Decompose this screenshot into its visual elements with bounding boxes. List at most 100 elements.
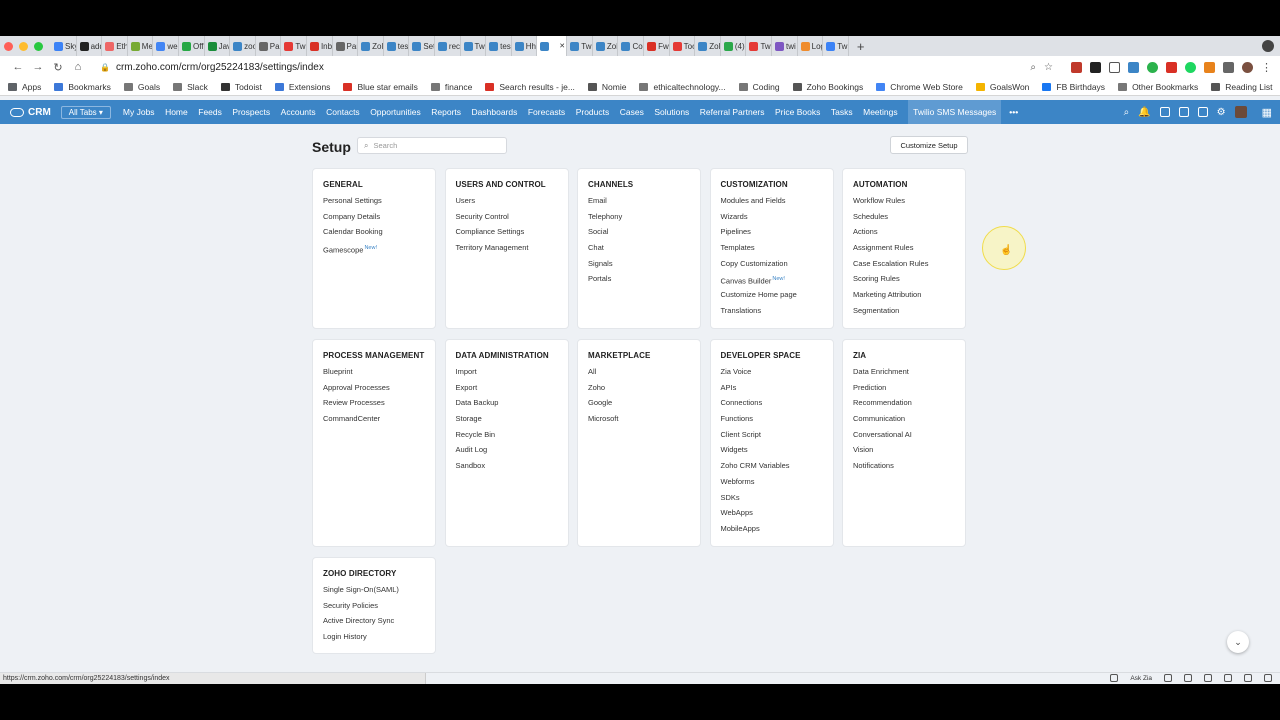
bookmark-item[interactable]: Slack xyxy=(173,82,208,92)
browser-tab[interactable]: zoo xyxy=(230,36,256,56)
setup-link[interactable]: Templates xyxy=(721,243,823,259)
bookmark-item[interactable]: Chrome Web Store xyxy=(876,82,963,92)
nav-tab-products[interactable]: Products xyxy=(576,107,610,117)
bot-icon[interactable] xyxy=(1164,674,1172,682)
profile-avatar[interactable] xyxy=(1242,61,1253,73)
browser-tab[interactable]: add xyxy=(77,36,103,56)
extension-icon[interactable] xyxy=(1109,61,1120,73)
browser-tab[interactable]: ✕ xyxy=(537,36,568,56)
browser-tab[interactable]: tes xyxy=(486,36,512,56)
nav-tab-forecasts[interactable]: Forecasts xyxy=(528,107,565,117)
tab-search-icon[interactable] xyxy=(1262,40,1274,52)
app-grid-icon[interactable]: ▦ xyxy=(1262,106,1272,119)
ask-zia-button[interactable]: Ask Zia xyxy=(1130,675,1152,682)
setup-link[interactable]: Users xyxy=(456,196,558,212)
setup-link[interactable]: Vision xyxy=(853,445,955,461)
setup-link[interactable]: Security Policies xyxy=(323,601,425,617)
setup-link[interactable]: SDKs xyxy=(721,493,823,509)
setup-link[interactable]: Translations xyxy=(721,306,823,322)
browser-tab[interactable]: we xyxy=(153,36,179,56)
setup-link[interactable]: CommandCenter xyxy=(323,414,425,430)
mail-icon[interactable] xyxy=(1197,107,1208,117)
nav-tab-reports[interactable]: Reports xyxy=(431,107,461,117)
browser-tab[interactable]: Jav xyxy=(205,36,231,56)
crm-logo[interactable]: CRM xyxy=(10,107,51,118)
extension-icon[interactable] xyxy=(1071,61,1082,73)
browser-tab[interactable]: Twi xyxy=(281,36,307,56)
setup-link[interactable]: Data Enrichment xyxy=(853,367,955,383)
scroll-down-button[interactable]: ⌄ xyxy=(1227,631,1249,653)
setup-link[interactable]: Territory Management xyxy=(456,243,558,259)
browser-tab[interactable]: Inb xyxy=(307,36,333,56)
setup-link[interactable]: Export xyxy=(456,383,558,399)
setup-link[interactable]: Google xyxy=(588,398,690,414)
browser-tab[interactable]: Zol xyxy=(695,36,721,56)
timer-icon[interactable] xyxy=(1224,674,1232,682)
setup-link[interactable]: Email xyxy=(588,196,690,212)
help-icon[interactable] xyxy=(1264,674,1272,682)
browser-tab[interactable]: Twi xyxy=(567,36,593,56)
extension-icon[interactable] xyxy=(1147,61,1158,73)
extension-icon[interactable] xyxy=(1090,61,1101,73)
bookmark-item[interactable]: Apps xyxy=(8,82,41,92)
setup-search-input[interactable]: ⌕ Search xyxy=(357,137,507,154)
setup-link[interactable]: Audit Log xyxy=(456,445,558,461)
browser-tab[interactable]: Twi xyxy=(823,36,849,56)
all-tabs-button[interactable]: All Tabs ▾ xyxy=(60,105,111,119)
nav-tab-price-books[interactable]: Price Books xyxy=(775,107,820,117)
setup-link[interactable]: APIs xyxy=(721,383,823,399)
history-icon[interactable] xyxy=(1244,674,1252,682)
setup-link[interactable]: Notifications xyxy=(853,461,955,477)
extension-icon[interactable] xyxy=(1166,61,1177,73)
bookmark-item[interactable]: Nomie xyxy=(587,82,626,92)
setup-link[interactable]: Personal Settings xyxy=(323,196,425,212)
setup-link[interactable]: Compliance Settings xyxy=(456,227,558,243)
browser-tab[interactable]: tes xyxy=(384,36,410,56)
setup-link[interactable]: Social xyxy=(588,227,690,243)
browser-tab[interactable]: Par xyxy=(333,36,359,56)
browser-tab[interactable]: Log xyxy=(798,36,824,56)
setup-link[interactable]: Recommendation xyxy=(853,398,955,414)
setup-link[interactable]: Prediction xyxy=(853,383,955,399)
browser-tab[interactable]: Eth xyxy=(102,36,128,56)
calendar-icon[interactable] xyxy=(1178,107,1189,117)
chat-icon[interactable] xyxy=(1110,674,1119,682)
back-icon[interactable]: ← xyxy=(8,61,28,73)
setup-link[interactable]: Storage xyxy=(456,414,558,430)
zoom-icon[interactable]: ⌕ xyxy=(1030,62,1036,73)
settings-gear-icon[interactable]: ⚙ xyxy=(1217,107,1226,118)
bookmark-item[interactable]: Bookmarks xyxy=(54,82,111,92)
close-tab-icon[interactable]: ✕ xyxy=(559,42,565,50)
setup-link[interactable]: Case Escalation Rules xyxy=(853,259,955,275)
browser-tab[interactable]: Twi xyxy=(461,36,487,56)
extension-icon[interactable] xyxy=(1204,61,1215,73)
notification-bell-icon[interactable]: 🔔 xyxy=(1138,107,1150,118)
setup-link[interactable]: Schedules xyxy=(853,212,955,228)
setup-link[interactable]: Security Control xyxy=(456,212,558,228)
bookmark-item[interactable]: Extensions xyxy=(274,82,330,92)
setup-link[interactable]: Marketing Attribution xyxy=(853,290,955,306)
setup-link[interactable]: Copy Customization xyxy=(721,259,823,275)
setup-link[interactable]: Webforms xyxy=(721,477,823,493)
setup-link[interactable]: Sandbox xyxy=(456,461,558,477)
more-modules-button[interactable]: ••• xyxy=(1009,107,1018,117)
browser-tab[interactable]: Zol xyxy=(593,36,619,56)
setup-link[interactable]: Telephony xyxy=(588,212,690,228)
nav-tab-my-jobs[interactable]: My Jobs xyxy=(123,107,155,117)
browser-tab[interactable]: Zol xyxy=(358,36,384,56)
setup-link[interactable]: Import xyxy=(456,367,558,383)
setup-link[interactable]: Modules and Fields xyxy=(721,196,823,212)
browser-tab[interactable]: (4) xyxy=(721,36,747,56)
add-record-icon[interactable] xyxy=(1159,107,1170,117)
bookmark-item[interactable]: Search results - je... xyxy=(485,82,575,92)
browser-tab[interactable]: twi xyxy=(772,36,798,56)
extension-icon[interactable] xyxy=(1185,61,1196,73)
setup-link[interactable]: Workflow Rules xyxy=(853,196,955,212)
nav-tab-opportunities[interactable]: Opportunities xyxy=(370,107,421,117)
setup-link[interactable]: Widgets xyxy=(721,445,823,461)
nav-tab-feeds[interactable]: Feeds xyxy=(198,107,222,117)
bookmark-item[interactable]: Reading List xyxy=(1211,82,1272,92)
customize-setup-button[interactable]: Customize Setup xyxy=(890,136,968,154)
setup-link[interactable]: All xyxy=(588,367,690,383)
setup-link[interactable]: Calendar Booking xyxy=(323,227,425,243)
